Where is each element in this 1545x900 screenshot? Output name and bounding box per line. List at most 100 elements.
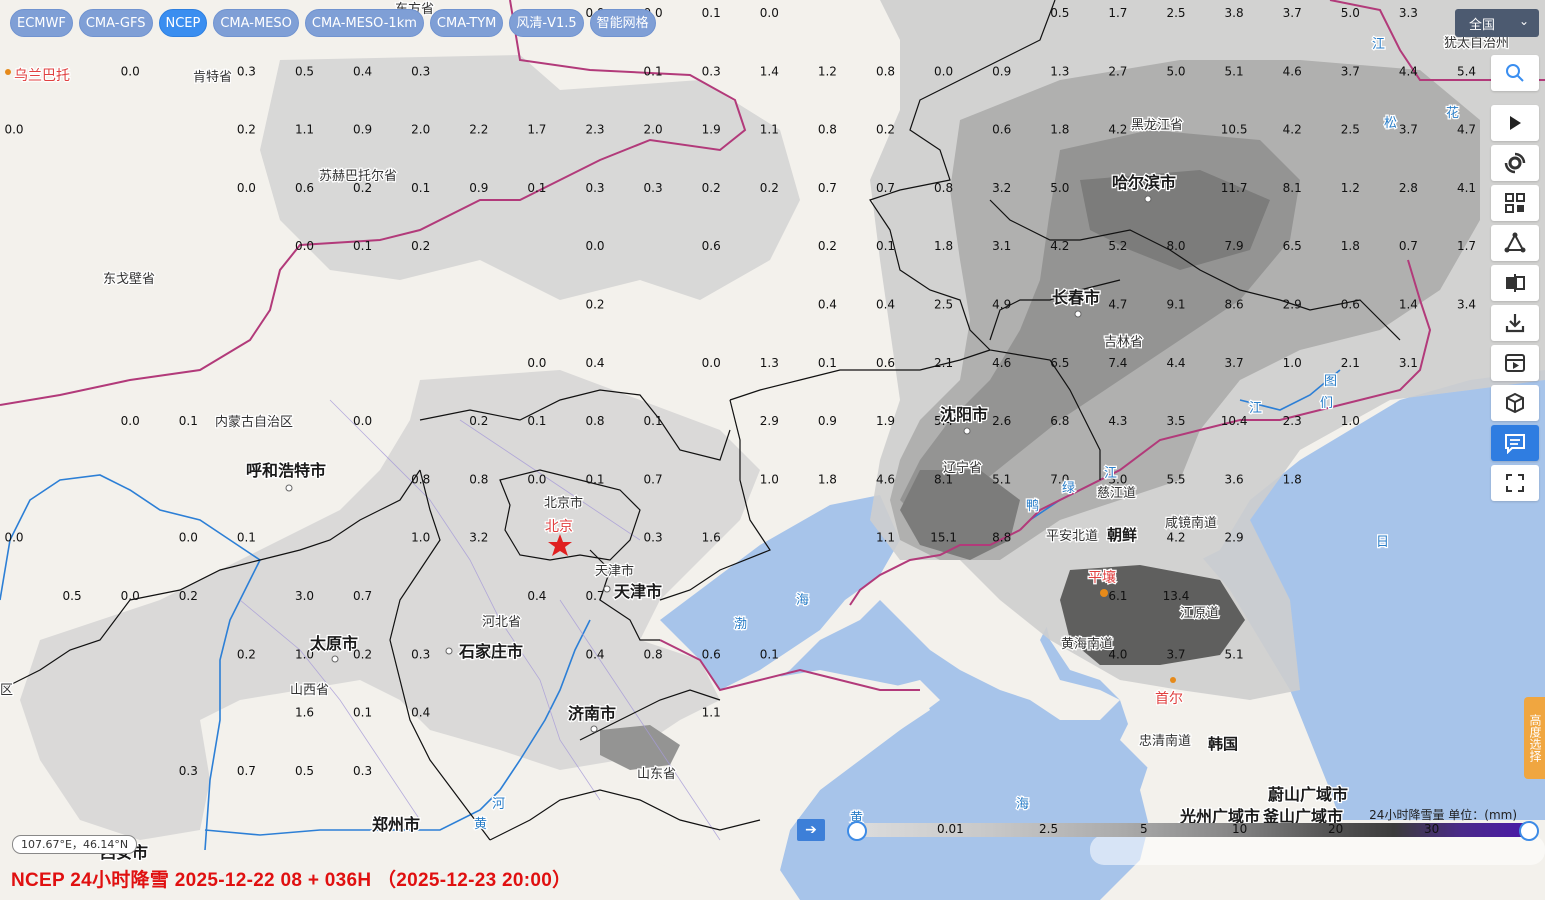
place-label-pyonganbukdo: 平安北道 — [1046, 529, 1098, 544]
place-label-harbin: 哈尔滨市 — [1112, 173, 1176, 192]
tab-cma-meso-1km[interactable]: CMA-MESO-1km — [304, 9, 424, 37]
grid-button[interactable] — [1491, 185, 1539, 221]
grid-value: 0.1 — [876, 239, 895, 253]
grid-value: 0.7 — [644, 472, 663, 486]
tab-cma-gfs[interactable]: CMA-GFS — [78, 9, 153, 37]
place-label-jiangxi-hamgyong: 慈江道 — [1097, 486, 1136, 501]
legend-tick: 20 — [1328, 822, 1344, 836]
grid-value: 7.4 — [1108, 356, 1127, 370]
grid-value: 0.0 — [295, 239, 314, 253]
place-label-tumen2: 们 — [1320, 396, 1333, 411]
grid-value: 0.5 — [63, 589, 82, 603]
grid-value: 1.1 — [702, 706, 721, 720]
place-label-seoul: 首尔 — [1155, 691, 1183, 707]
weather-map[interactable]: 0.0 0.0 0.1 0.0 0.5 1.7 2.5 3.8 3.7 5.0 3.3 0.0 0.3 0… — [0, 0, 1545, 900]
grid-value: 8.0 — [1166, 239, 1185, 253]
tab-smart-grid[interactable]: 智能网格 — [589, 9, 656, 37]
place-label-beijing: 北京 — [545, 519, 573, 535]
coordinate-readout: 107.67°E，46.14°N — [12, 835, 138, 854]
place-label-jiang2: 江 — [1249, 401, 1262, 416]
grid-value: 0.5 — [295, 764, 314, 778]
grid-value: 0.1 — [353, 706, 372, 720]
grid-value: 0.0 — [353, 414, 372, 428]
grid-value: 0.0 — [121, 589, 140, 603]
grid-value: 0.0 — [4, 123, 23, 137]
legend-toggle-button[interactable]: ➔ — [797, 819, 825, 841]
animation-button[interactable] — [1491, 345, 1539, 381]
place-label-ulsan: 蔚山广域市 — [1268, 785, 1348, 804]
grid-value: 0.9 — [992, 64, 1011, 78]
3d-button[interactable] — [1491, 385, 1539, 421]
compare-button[interactable] — [1491, 265, 1539, 301]
tab-ecmwf[interactable]: ECMWF — [10, 9, 73, 37]
tab-fengqing[interactable]: 风清-V1.5 — [509, 9, 584, 37]
grid-value: 4.1 — [1457, 181, 1476, 195]
station-button[interactable] — [1491, 225, 1539, 261]
fullscreen-icon — [1506, 474, 1524, 492]
place-label-hebei: 河北省 — [482, 615, 521, 630]
grid-value: 0.3 — [179, 764, 198, 778]
hohhot-marker — [285, 484, 293, 492]
grid-value: 1.8 — [1341, 239, 1360, 253]
grid-value: 8.1 — [1283, 181, 1302, 195]
pyongyang-marker — [1100, 589, 1108, 597]
typhoon-button[interactable] — [1491, 145, 1539, 181]
search-button[interactable] — [1491, 55, 1539, 91]
grid-value: 5.4 — [1457, 64, 1476, 78]
grid-value: 1.1 — [295, 123, 314, 137]
place-label-shenyang: 沈阳市 — [940, 405, 988, 424]
legend-min-handle[interactable] — [847, 821, 867, 841]
grid-value: 0.6 — [992, 123, 1011, 137]
region-select[interactable]: 全国 ⌄ — [1455, 9, 1539, 37]
grid-value: 2.3 — [585, 123, 604, 137]
place-label-jiamusi: 犹太自治州 — [1444, 36, 1509, 51]
grid-value: 4.9 — [992, 298, 1011, 312]
grid-value: 1.8 — [1050, 123, 1069, 137]
grid-value: 0.1 — [179, 414, 198, 428]
grid-value: 0.0 — [121, 64, 140, 78]
fullscreen-button[interactable] — [1491, 465, 1539, 501]
grid-value: 4.6 — [992, 356, 1011, 370]
right-toolbar — [1491, 55, 1539, 501]
grid-value: 10.4 — [1221, 414, 1248, 428]
grid-value: 4.6 — [876, 472, 895, 486]
grid-value: 5.5 — [1166, 472, 1185, 486]
download-button[interactable] — [1491, 305, 1539, 341]
place-label-taiyuan: 太原市 — [309, 634, 358, 653]
place-label-shanxi: 山西省 — [290, 683, 329, 698]
legend-max-handle[interactable] — [1519, 821, 1539, 841]
grid-value: 1.0 — [411, 531, 430, 545]
grid-value: 0.0 — [237, 181, 256, 195]
tab-cma-meso[interactable]: CMA-MESO — [213, 9, 299, 37]
grid-value: 2.0 — [411, 123, 430, 137]
grid-value: 0.0 — [121, 414, 140, 428]
play-icon — [1510, 116, 1521, 130]
grid-value: 3.5 — [1166, 414, 1185, 428]
model-tabs: ECMWF CMA-GFS NCEP CMA-MESO CMA-MESO-1km… — [10, 9, 656, 37]
play-button[interactable] — [1491, 105, 1539, 141]
grid-value: 0.3 — [644, 181, 663, 195]
tab-ncep[interactable]: NCEP — [158, 9, 208, 37]
message-button[interactable] — [1491, 425, 1539, 461]
grid-value: 1.8 — [1283, 472, 1302, 486]
grid-value: 0.0 — [4, 531, 23, 545]
grid-value: 1.0 — [1341, 414, 1360, 428]
grid-value: 0.4 — [585, 356, 604, 370]
tab-cma-tym[interactable]: CMA-TYM — [429, 9, 504, 37]
grid-value: 2.1 — [934, 356, 953, 370]
grid-value: 1.8 — [818, 472, 837, 486]
grid-value: 6.1 — [1108, 589, 1127, 603]
forecast-caption: NCEP 24小时降雪 2025-12-22 08 + 036H （2025-1… — [11, 870, 572, 891]
message-icon — [1505, 434, 1525, 454]
grid-value: 2.3 — [1283, 414, 1302, 428]
legend-tick: 30 — [1424, 822, 1440, 836]
grid-value: 6.5 — [1283, 239, 1302, 253]
grid-value: 8.8 — [992, 531, 1011, 545]
legend: ➔ 24小时降雪量 单位：(mm) 0.01 2.5 5 10 20 30 — [795, 804, 1545, 854]
grid-value: 0.8 — [876, 64, 895, 78]
grid-value: 0.7 — [237, 764, 256, 778]
grid-value: 1.4 — [760, 64, 779, 78]
height-select-button[interactable]: 高度选择 — [1524, 697, 1545, 779]
legend-tick: 0.01 — [937, 822, 964, 836]
grid-value: 4.7 — [1457, 123, 1476, 137]
